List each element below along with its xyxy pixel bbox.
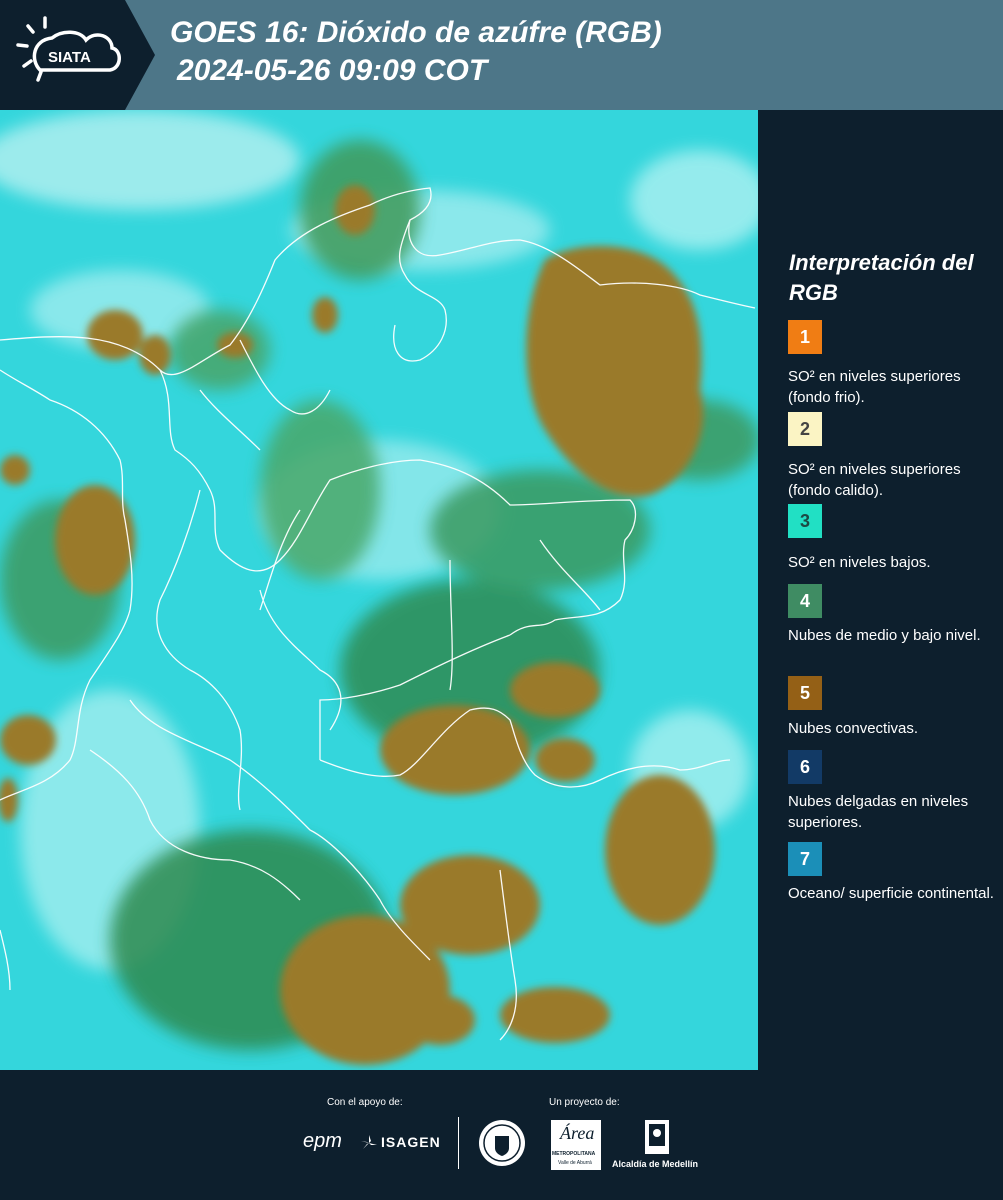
legend-swatch-5: 5: [788, 676, 822, 710]
satellite-map: [0, 110, 758, 1070]
footer-divider: [458, 1117, 459, 1169]
area-logo-word: Área: [560, 1123, 595, 1143]
footer-bar: Con el apoyo de: Un proyecto de: epm ISA…: [0, 1070, 1003, 1200]
legend-swatch-3: 3: [788, 504, 822, 538]
area-logo-sub2: Valle de Aburrá: [558, 1160, 592, 1166]
epm-logo: epm: [303, 1130, 342, 1152]
legend-swatch-6: 6: [788, 750, 822, 784]
legend-label-2: SO² en niveles superiores (fondo calido)…: [788, 461, 961, 499]
siata-logo: SIATA: [0, 0, 155, 110]
seal-icon: [479, 1120, 525, 1166]
isagen-logo: ISAGEN: [381, 1134, 441, 1150]
logo-text: SIATA: [48, 49, 91, 66]
legend-label-6: Nubes delgadas en niveles superiores.: [788, 793, 969, 831]
legend-swatch-7: 7: [788, 842, 822, 876]
area-metropolitana-logo: Área METROPOLITANA Valle de Aburrá: [551, 1120, 601, 1170]
legend-label-5: Nubes convectivas.: [788, 720, 919, 737]
medellin-shield-icon: [645, 1120, 669, 1154]
support-label: Con el apoyo de:: [327, 1097, 403, 1108]
map-timestamp: 2024-05-26 09:09 COT: [177, 54, 488, 87]
isagen-icon: [361, 1135, 377, 1149]
project-label: Un proyecto de:: [549, 1097, 620, 1108]
legend-label-1: SO² en niveles superiores (fondo frio).: [788, 368, 961, 406]
legend-swatch-1: 1: [788, 320, 822, 354]
legend-label-4: Nubes de medio y bajo nivel.: [788, 627, 981, 644]
legend-label-7: Oceano/ superficie continental.: [788, 885, 994, 902]
header-bar: SIATA GOES 16: Dióxido de azúfre (RGB) 2…: [0, 0, 1003, 110]
area-logo-sub: METROPOLITANA: [552, 1151, 596, 1157]
legend-swatch-2: 2: [788, 412, 822, 446]
map-title: GOES 16: Dióxido de azúfre (RGB): [170, 16, 662, 49]
legend-swatch-4: 4: [788, 584, 822, 618]
legend-label-3: SO² en niveles bajos.: [788, 554, 931, 571]
legend-title: Interpretación del RGB: [789, 250, 974, 305]
legend-panel: Interpretación del RGB 1 SO² en niveles s…: [760, 110, 1003, 1070]
alcaldia-logo: Alcaldía de Medellín: [612, 1159, 699, 1169]
